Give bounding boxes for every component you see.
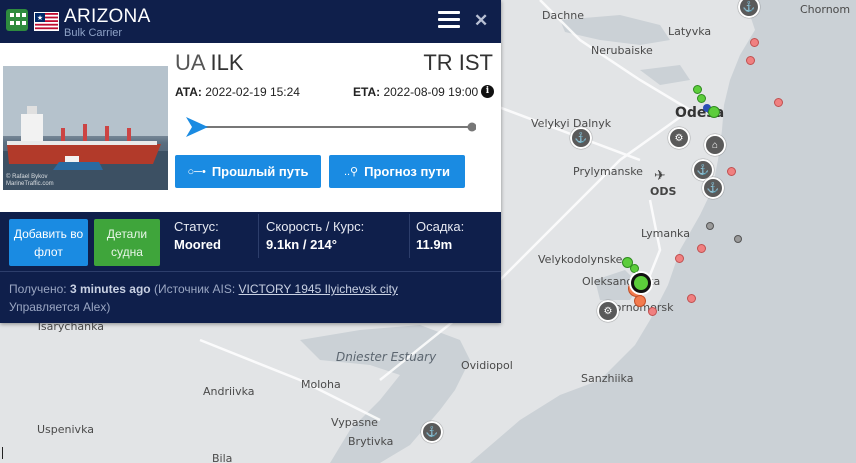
map-label-dniester-estuary: Dniester Estuary xyxy=(336,350,437,364)
vessel-marker[interactable] xyxy=(675,254,684,263)
ata-info: ATA: 2022-02-19 15:24 xyxy=(175,85,300,99)
photo-credit: © Rafael Bykov MarineTraffic.com xyxy=(6,174,54,187)
vessel-marker[interactable] xyxy=(708,106,720,118)
close-icon[interactable]: ✕ xyxy=(474,11,488,31)
map-label-brytivka: Brytivka xyxy=(348,435,394,448)
stat-divider xyxy=(409,214,410,258)
info-icon[interactable]: i xyxy=(481,85,494,98)
vessel-marker[interactable] xyxy=(697,244,706,253)
map-label-dachne: Dachne xyxy=(542,9,584,22)
departure-port[interactable]: UA ILK xyxy=(175,50,244,76)
map-label-vypasne: Vypasne xyxy=(331,416,378,429)
map-label-sanzhiika: Sanzhiika xyxy=(581,372,634,385)
selected-vessel-marker[interactable] xyxy=(631,273,651,293)
route-pin-icon: ..⚲ xyxy=(343,166,359,178)
vessel-marker[interactable] xyxy=(734,235,742,243)
port-icon-odesa[interactable]: ⚙ xyxy=(668,127,690,149)
map-label-prylymanske: Prylymanske xyxy=(573,165,643,178)
vessel-details-button[interactable]: Детали судна xyxy=(94,219,160,266)
stat-divider xyxy=(258,214,259,258)
airport-icon: ✈ xyxy=(654,168,666,184)
vessel-photo[interactable]: © Rafael Bykov MarineTraffic.com xyxy=(3,66,168,190)
vessel-type-grid-icon xyxy=(6,9,28,31)
panel-header: ★ ARIZONA Bulk Carrier ✕ xyxy=(0,0,501,43)
vessel-marker[interactable] xyxy=(648,307,657,316)
vessel-marker[interactable] xyxy=(687,294,696,303)
vessel-marker[interactable] xyxy=(746,56,755,65)
map-label-latyvka: Latyvka xyxy=(668,25,712,38)
map-label-lymanka: Lymanka xyxy=(641,227,690,240)
add-to-fleet-button[interactable]: Добавить во флот xyxy=(9,219,88,266)
ais-source-link[interactable]: VICTORY 1945 Ilyichevsk city xyxy=(239,282,398,296)
map-label-andriivka: Andriivka xyxy=(203,385,255,398)
port-icon-6[interactable]: ⚓ xyxy=(421,421,443,443)
map-label-velykodolynske: Velykodolynske xyxy=(538,253,623,266)
liberia-flag-icon: ★ xyxy=(34,12,59,31)
vessel-marker[interactable] xyxy=(774,98,783,107)
forecast-route-button[interactable]: ..⚲ Прогноз пути xyxy=(329,155,465,188)
vessel-marker[interactable] xyxy=(693,85,702,94)
port-icon-4[interactable]: ⚓ xyxy=(570,127,592,149)
past-track-button[interactable]: ○─• Прошлый путь xyxy=(175,155,321,188)
text-cursor xyxy=(2,447,3,459)
map-label-velykyi-dalnyk: Velykyi Dalnyk xyxy=(531,117,612,130)
port-icon-3[interactable]: ⚓ xyxy=(702,177,724,199)
svg-text:★: ★ xyxy=(37,14,43,22)
vessel-marker[interactable] xyxy=(634,295,646,307)
vessel-marker[interactable] xyxy=(706,222,714,230)
footer-divider xyxy=(0,271,501,272)
vessel-marker[interactable] xyxy=(697,94,706,103)
voyage-progress-bar xyxy=(186,117,476,137)
destination-port[interactable]: TR IST xyxy=(423,50,493,76)
museum-icon[interactable]: ⌂ xyxy=(704,134,726,156)
map-label-ovidiopol: Ovidiopol xyxy=(461,359,513,372)
map-label-bila: Bila xyxy=(212,452,233,463)
vessel-info-panel: ★ ARIZONA Bulk Carrier ✕ © Rafael Bykov … xyxy=(0,0,501,323)
map-label-nerubaiske: Nerubaiske xyxy=(591,44,653,57)
speed-course-stat: Скорость / Курс: 9.1kn / 214° xyxy=(266,219,365,252)
port-icon-5[interactable]: ⚙ xyxy=(597,300,619,322)
draught-stat: Осадка: 11.9m xyxy=(416,219,465,252)
eta-info: ETA: 2022-08-09 19:00 xyxy=(353,85,479,99)
received-info: Получено: 3 minutes ago (Источник AIS: V… xyxy=(9,282,398,314)
menu-icon[interactable] xyxy=(438,11,460,31)
map-label-uspenivka: Uspenivka xyxy=(37,423,94,436)
vessel-marker[interactable] xyxy=(750,38,759,47)
map-label-chornomorsk: Chornom xyxy=(800,3,851,16)
vessel-type: Bulk Carrier xyxy=(64,27,123,39)
vessel-marker[interactable] xyxy=(630,264,639,273)
map-label-ods: ODS xyxy=(650,185,677,198)
status-stat: Статус: Moored xyxy=(174,219,221,252)
vessel-name: ARIZONA xyxy=(64,6,151,27)
vessel-marker[interactable] xyxy=(727,167,736,176)
track-icon: ○─• xyxy=(187,165,206,178)
map-label-moloha: Moloha xyxy=(301,378,341,391)
